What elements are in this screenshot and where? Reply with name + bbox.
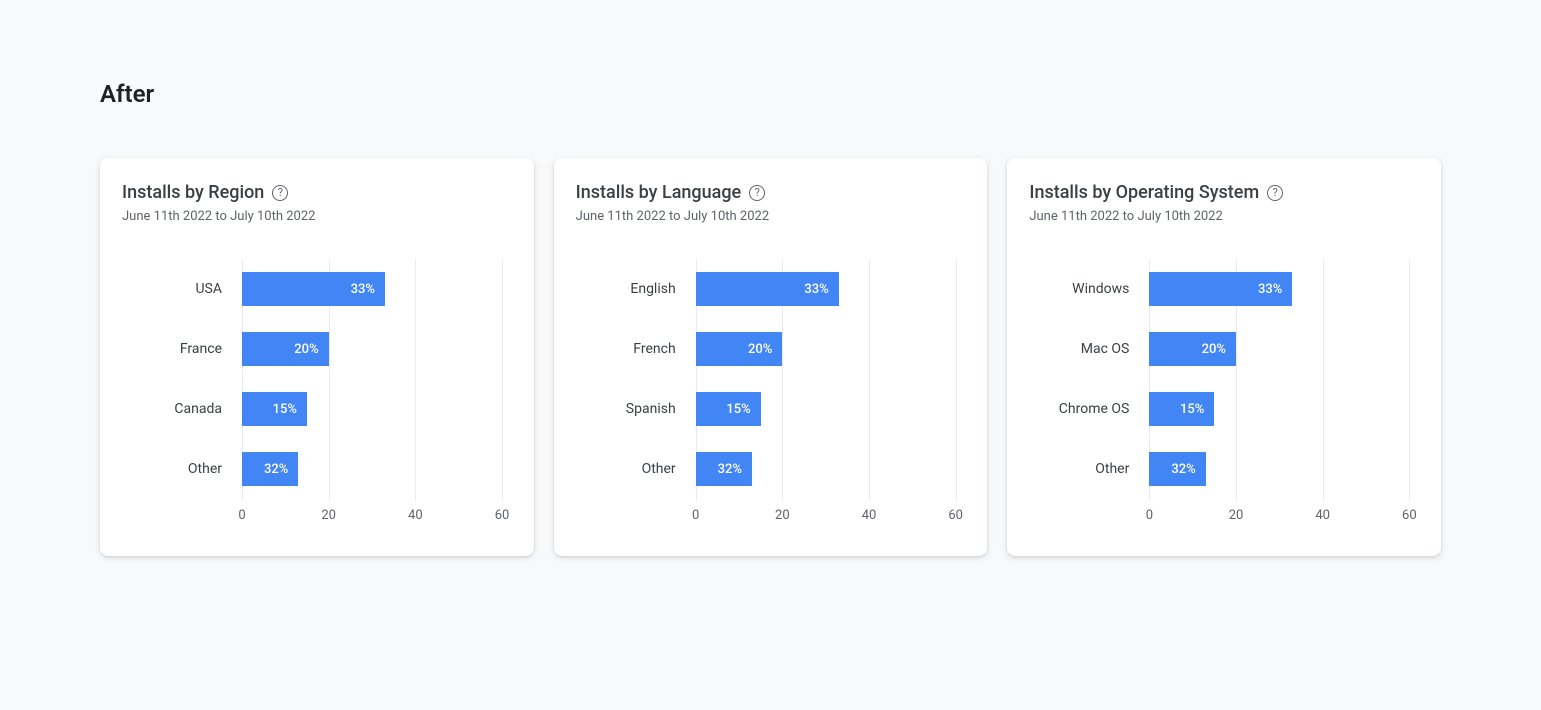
card-title: Installs by Language xyxy=(576,182,742,203)
bar: 15% xyxy=(242,392,307,426)
bar-category-label: English xyxy=(566,281,686,297)
bar-category-label: USA xyxy=(112,281,232,297)
x-tick-label: 60 xyxy=(948,508,963,523)
x-tick-label: 20 xyxy=(321,508,336,523)
card-os: Installs by Operating System ? June 11th… xyxy=(1007,158,1441,556)
page-title: After xyxy=(100,80,1441,108)
plot-area: Windows33% Mac OS20% Chrome OS15% Other32% xyxy=(1149,260,1409,500)
bar: 20% xyxy=(696,332,783,366)
card-date-range: June 11th 2022 to July 10th 2022 xyxy=(1029,209,1419,224)
bar-category-label: France xyxy=(112,341,232,357)
bar: 20% xyxy=(242,332,329,366)
bar-row: USA33% xyxy=(242,266,502,312)
bar-category-label: Other xyxy=(112,461,232,477)
x-tick-label: 40 xyxy=(408,508,423,523)
gridline xyxy=(956,260,957,500)
bar: 32% xyxy=(242,452,298,486)
bar: 33% xyxy=(1149,272,1292,306)
bar-row: French20% xyxy=(696,326,956,372)
bar-category-label: Other xyxy=(566,461,686,477)
bar-row: Mac OS20% xyxy=(1149,326,1409,372)
card-header: Installs by Region ? xyxy=(122,182,512,203)
bar: 15% xyxy=(696,392,761,426)
help-icon[interactable]: ? xyxy=(749,185,765,201)
bar-category-label: French xyxy=(566,341,686,357)
bar-row: English33% xyxy=(696,266,956,312)
bar-row: Spanish15% xyxy=(696,386,956,432)
bar: 15% xyxy=(1149,392,1214,426)
card-date-range: June 11th 2022 to July 10th 2022 xyxy=(122,209,512,224)
gridline xyxy=(1409,260,1410,500)
bar: 33% xyxy=(696,272,839,306)
help-icon[interactable]: ? xyxy=(272,185,288,201)
x-axis: 0204060 xyxy=(242,504,502,528)
x-tick-label: 0 xyxy=(1146,508,1153,523)
bar: 33% xyxy=(242,272,385,306)
bar: 32% xyxy=(1149,452,1205,486)
cards-row: Installs by Region ? June 11th 2022 to J… xyxy=(100,158,1441,556)
card-date-range: June 11th 2022 to July 10th 2022 xyxy=(576,209,966,224)
bar: 32% xyxy=(696,452,752,486)
bar-row: Windows33% xyxy=(1149,266,1409,312)
card-title: Installs by Operating System xyxy=(1029,182,1259,203)
bar-row: Chrome OS15% xyxy=(1149,386,1409,432)
x-axis: 0204060 xyxy=(696,504,956,528)
card-region: Installs by Region ? June 11th 2022 to J… xyxy=(100,158,534,556)
bar-category-label: Other xyxy=(1019,461,1139,477)
x-axis: 0204060 xyxy=(1149,504,1409,528)
bar-category-label: Spanish xyxy=(566,401,686,417)
bar-category-label: Mac OS xyxy=(1019,341,1139,357)
x-tick-label: 40 xyxy=(862,508,877,523)
x-tick-label: 20 xyxy=(1229,508,1244,523)
card-header: Installs by Language ? xyxy=(576,182,966,203)
x-tick-label: 60 xyxy=(1402,508,1417,523)
bar-row: Other32% xyxy=(242,446,502,492)
bar-chart: USA33% France20% Canada15% Other32% 0 20 40 60 xyxy=(122,260,512,528)
bar: 20% xyxy=(1149,332,1236,366)
plot-area: English33% French20% Spanish15% Other32% xyxy=(696,260,956,500)
plot-area: USA33% France20% Canada15% Other32% xyxy=(242,260,502,500)
bar-row: Other32% xyxy=(1149,446,1409,492)
bar-row: France20% xyxy=(242,326,502,372)
bar-category-label: Chrome OS xyxy=(1019,401,1139,417)
x-tick-label: 60 xyxy=(495,508,510,523)
bar-chart: English33% French20% Spanish15% Other32% 0 2… xyxy=(576,260,966,528)
x-tick-label: 20 xyxy=(775,508,790,523)
card-language: Installs by Language ? June 11th 2022 to… xyxy=(554,158,988,556)
x-tick-label: 0 xyxy=(692,508,699,523)
bars: English33% French20% Spanish15% Other32% xyxy=(696,260,956,492)
bar-category-label: Windows xyxy=(1019,281,1139,297)
card-title: Installs by Region xyxy=(122,182,264,203)
bars: USA33% France20% Canada15% Other32% xyxy=(242,260,502,492)
bar-chart: Windows33%Mac OS20%Chrome OS15%Other32% … xyxy=(1029,260,1419,528)
help-icon[interactable]: ? xyxy=(1267,185,1283,201)
x-tick-label: 0 xyxy=(238,508,245,523)
bar-row: Other32% xyxy=(696,446,956,492)
gridline xyxy=(502,260,503,500)
bars: Windows33% Mac OS20% Chrome OS15% Other32% xyxy=(1149,260,1409,492)
x-tick-label: 40 xyxy=(1315,508,1330,523)
card-header: Installs by Operating System ? xyxy=(1029,182,1419,203)
bar-row: Canada15% xyxy=(242,386,502,432)
bar-category-label: Canada xyxy=(112,401,232,417)
